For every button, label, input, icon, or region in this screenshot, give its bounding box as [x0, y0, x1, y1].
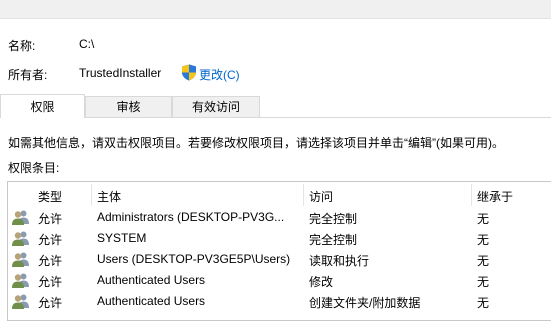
permission-entries-label: 权限条目: [8, 161, 60, 175]
tab-effective-access[interactable]: 有效访问 [172, 96, 260, 117]
entry-type: 允许 [38, 275, 63, 289]
entry-inherited-from: 无 [477, 212, 490, 226]
column-separator[interactable] [91, 184, 92, 206]
entry-inherited-from: 无 [477, 296, 490, 310]
window-top-band [0, 0, 551, 19]
name-value: C:\ [79, 37, 95, 51]
owner-label: 所有者: [8, 68, 48, 82]
table-row[interactable]: 允许 Users (DESKTOP-PV3GE5P\Users) 读取和执行 无 [8, 249, 551, 270]
entry-inherited-from: 无 [477, 254, 490, 268]
entry-access: 完全控制 [309, 212, 358, 226]
users-group-icon [12, 210, 29, 225]
permission-entries-list[interactable]: 类型 主体 访问 继承于 允许 Administrators (DESKTOP-… [7, 181, 551, 321]
entry-principal: Authenticated Users [97, 273, 206, 287]
entry-principal: Authenticated Users [97, 294, 206, 308]
users-group-icon [12, 252, 29, 267]
entry-principal: Users (DESKTOP-PV3GE5P\Users) [97, 252, 291, 266]
entry-inherited-from: 无 [477, 233, 490, 247]
column-separator[interactable] [303, 184, 304, 206]
uac-shield-icon [182, 64, 196, 81]
table-row[interactable]: 允许 Authenticated Users 修改 无 [8, 270, 551, 291]
info-text: 如需其他信息，请双击权限项目。若要修改权限项目，请选择该项目并单击“编辑”(如果… [8, 136, 504, 150]
users-group-icon [12, 231, 29, 246]
owner-value: TrustedInstaller [79, 66, 162, 80]
entry-type: 允许 [38, 212, 63, 226]
name-label: 名称: [8, 39, 36, 53]
tab-permissions[interactable]: 权限 [0, 94, 85, 118]
column-header-type[interactable]: 类型 [38, 188, 62, 205]
table-row[interactable]: 允许 SYSTEM 完全控制 无 [8, 228, 551, 249]
entry-inherited-from: 无 [477, 275, 490, 289]
entry-access: 创建文件夹/附加数据 [309, 296, 421, 310]
column-header-access[interactable]: 访问 [309, 188, 333, 205]
entry-principal: Administrators (DESKTOP-PV3G... [97, 210, 285, 224]
entry-access: 修改 [309, 275, 334, 289]
entry-access: 完全控制 [309, 233, 358, 247]
users-group-icon [12, 294, 29, 309]
column-header-inherited-from[interactable]: 继承于 [477, 188, 513, 205]
entry-access: 读取和执行 [309, 254, 370, 268]
entry-principal: SYSTEM [97, 231, 147, 245]
change-owner-link[interactable]: 更改(C) [199, 66, 240, 83]
entry-type: 允许 [38, 296, 63, 310]
tab-auditing[interactable]: 审核 [85, 96, 172, 117]
table-row[interactable]: 允许 Administrators (DESKTOP-PV3G... 完全控制 … [8, 207, 551, 228]
entry-type: 允许 [38, 254, 63, 268]
users-group-icon [12, 273, 29, 288]
entry-type: 允许 [38, 233, 63, 247]
column-separator[interactable] [471, 184, 472, 206]
column-header-principal[interactable]: 主体 [97, 188, 121, 205]
